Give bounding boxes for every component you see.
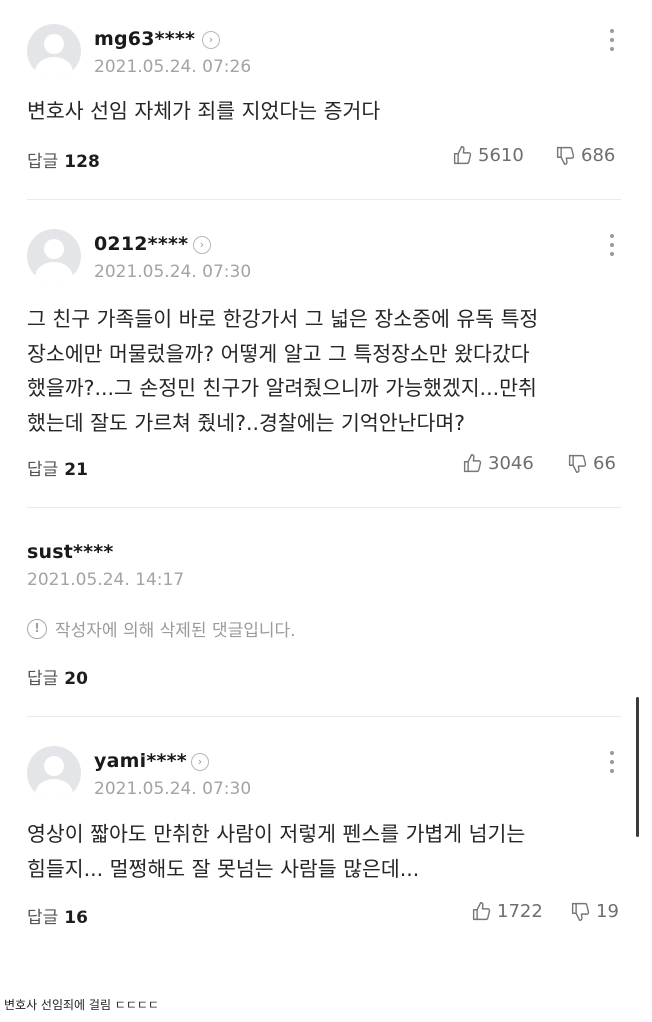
like-count: 5610 [478,145,524,166]
chevron-right-icon[interactable]: › [202,31,220,49]
comment-line: 변호사 선임 자체가 죄를 지었다는 증거다 [27,99,381,123]
reply-count: 128 [64,152,100,172]
reply-label: 답글 [27,152,59,172]
comment-date: 2021.05.24. 07:30 [94,262,252,282]
thumbs-down-icon [556,146,575,165]
avatar-head [44,239,64,259]
like-button[interactable]: 1722 [471,901,543,922]
divider [27,199,621,200]
thumbs-down-icon [568,454,587,473]
comment-line: 그 친구 가족들이 바로 한강가서 그 넓은 장소중에 유독 특정 [27,307,539,331]
deleted-notice: ! 작성자에 의해 삭제된 댓글입니다. [27,616,296,641]
like-count: 3046 [488,453,534,474]
thumbs-up-icon [453,146,472,165]
divider [27,716,621,717]
avatar-body [35,779,73,800]
comment-username: sust**** [27,541,114,563]
like-button[interactable]: 5610 [452,145,524,166]
comment-list: mg63**** › 2021.05.24. 07:26 변호사 선임 자체가 … [0,0,636,952]
comment-text: 변호사 선임 자체가 죄를 지었다는 증거다 [27,94,627,129]
like-button[interactable]: 3046 [462,453,534,474]
comment-line: 장소에만 머물렀을까? 어떻게 알고 그 특정장소만 왔다갔다 [27,341,530,366]
comment-line: 영상이 짧아도 만취한 사람이 저렇게 펜스를 가볍게 넘기는 [27,822,526,846]
thumbs-up-icon [463,454,482,473]
avatar-head [44,34,64,54]
comment-text: 영상이 짧아도 만취한 사람이 저렇게 펜스를 가볍게 넘기는 힘들지... 멀… [27,817,627,886]
exclamation-circle-icon: ! [27,618,47,639]
reply-label: 답글 [27,669,59,689]
avatar[interactable] [27,746,81,800]
chevron-right-icon[interactable]: › [191,753,209,771]
comment-username[interactable]: mg63**** [94,28,195,50]
comment-username[interactable]: yami**** [94,750,187,772]
reply-button[interactable]: 답글 128 [27,147,100,172]
comment-date: 2021.05.24. 07:26 [94,57,252,77]
avatar-head [44,756,64,776]
dislike-count: 19 [596,901,619,922]
caption: 변호사 선임죄에 걸림 ㄷㄷㄷㄷ [4,998,159,1012]
reply-button[interactable]: 답글 16 [27,903,88,928]
chevron-right-icon[interactable]: › [193,236,211,254]
reply-button[interactable]: 답글 20 [27,664,88,689]
like-count: 1722 [497,901,543,922]
comment-date: 2021.05.24. 07:30 [94,779,252,799]
comment-username[interactable]: 0212**** [94,233,188,255]
reply-count: 16 [64,908,88,928]
divider [27,507,621,508]
dislike-count: 66 [593,453,616,474]
reply-count: 21 [64,460,88,480]
avatar[interactable] [27,229,81,283]
comment-text: 그 친구 가족들이 바로 한강가서 그 넓은 장소중에 유독 특정 장소에만 머… [27,302,627,440]
reply-label: 답글 [27,460,59,480]
comment-line: 힘들지... 멀쩡해도 잘 못넘는 사람들 많은데... [27,856,420,881]
dislike-button[interactable]: 686 [555,145,615,166]
avatar-body [35,57,73,78]
comment-date: 2021.05.24. 14:17 [27,570,185,590]
dislike-button[interactable]: 19 [570,901,619,922]
avatar-body [35,262,73,283]
avatar[interactable] [27,24,81,78]
more-vertical-icon[interactable] [606,27,618,55]
reply-count: 20 [64,669,88,689]
comment-line: 했을까?...그 손정민 친구가 알려줬으니까 가능했겠지...만취 [27,376,537,400]
deleted-notice-text: 작성자에 의해 삭제된 댓글입니다. [55,621,296,641]
comment-line: 했는데 잘도 가르쳐 줬네?..경찰에는 기억안난다며? [27,410,466,435]
reply-label: 답글 [27,908,59,928]
dislike-count: 686 [581,145,616,166]
reply-button[interactable]: 답글 21 [27,455,88,480]
thumbs-up-icon [472,902,491,921]
thumbs-down-icon [571,902,590,921]
more-vertical-icon[interactable] [606,232,618,260]
dislike-button[interactable]: 66 [567,453,616,474]
scrollbar[interactable] [636,697,639,837]
more-vertical-icon[interactable] [606,749,618,777]
